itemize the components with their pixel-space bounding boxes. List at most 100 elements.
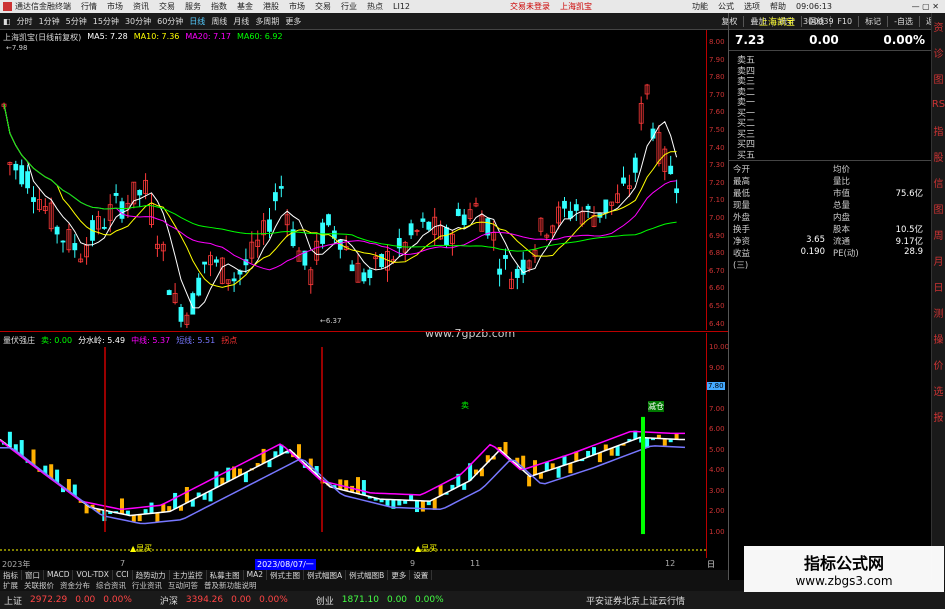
period-multi[interactable]: 多周期 xyxy=(252,16,282,27)
period-month[interactable]: 月线 xyxy=(230,16,252,27)
indicator-tab[interactable]: 主力监控 xyxy=(170,570,207,580)
stock-info: 今开 均价 最高 量比 最低 市值 75.6亿 现量 总量 外盘 内盘 换手 股本 10.5亿 净资 3.65… xyxy=(729,161,931,271)
indicator-tab[interactable]: 趋势动力 xyxy=(133,570,170,580)
menu-help[interactable]: 帮助 xyxy=(770,1,786,12)
period-60m[interactable]: 60分钟 xyxy=(154,16,186,27)
info-cell: 10.5亿 xyxy=(895,225,923,235)
indicator-tab[interactable]: 设置 xyxy=(410,570,433,580)
sidebar-tab[interactable]: 选 xyxy=(932,377,945,403)
sidebar-tab[interactable]: RS xyxy=(932,91,945,117)
index-hs-name[interactable]: 沪深 xyxy=(160,594,178,607)
candle xyxy=(532,244,538,263)
info-cell xyxy=(765,163,825,175)
sidebar-tab[interactable]: 周 xyxy=(932,221,945,247)
menu-item[interactable]: LI12 xyxy=(393,2,410,11)
sidebar-tab[interactable]: 价 xyxy=(932,351,945,377)
info-cell xyxy=(865,175,923,187)
info-cell xyxy=(765,223,825,235)
candle xyxy=(379,253,385,270)
window-controls[interactable]: — ▢ ✕ xyxy=(912,2,939,11)
sidebar-tab[interactable]: 诊 xyxy=(932,39,945,65)
sidebar-tab[interactable]: 指 xyxy=(932,117,945,143)
menu-item[interactable]: 港股 xyxy=(263,1,279,12)
indicator-bar xyxy=(361,480,366,496)
candle xyxy=(149,192,154,228)
index-cy-name[interactable]: 创业 xyxy=(316,594,334,607)
info-tab[interactable]: 资金分布 xyxy=(57,580,93,591)
info-tab[interactable]: 普及新功能说明 xyxy=(201,580,260,591)
candlestick-chart[interactable]: 上海凯宝(日线前复权) MA5: 7.28 MA10: 7.36 MA20: 7… xyxy=(0,30,706,340)
info-tab[interactable]: 关联报价 xyxy=(21,580,57,591)
indicator-chart[interactable]: 量伏强庄 卖: 0.00 分水岭: 5.49 中线: 5.37 短线: 5.51… xyxy=(0,333,706,558)
sidebar-tab[interactable]: 月 xyxy=(932,247,945,273)
menu-item[interactable]: 交易 xyxy=(315,1,331,12)
trade-status[interactable]: 交易未登录 xyxy=(510,1,550,12)
sidebar-tab[interactable]: 图 xyxy=(932,65,945,91)
menu-item[interactable]: 行业 xyxy=(341,1,357,12)
candle xyxy=(160,241,166,262)
period-week[interactable]: 周线 xyxy=(208,16,230,27)
sidebar-tab[interactable]: 测 xyxy=(932,299,945,325)
menu-item[interactable]: 市场 xyxy=(107,1,123,12)
sidebar-tab[interactable]: 资 xyxy=(932,13,945,39)
candle xyxy=(615,184,620,204)
period-15m[interactable]: 15分钟 xyxy=(90,16,122,27)
menu-item[interactable]: 资讯 xyxy=(133,1,149,12)
menu-item[interactable]: 交易 xyxy=(159,1,175,12)
menu-function[interactable]: 功能 xyxy=(692,1,708,12)
info-tab[interactable]: 行业资讯 xyxy=(129,580,165,591)
menu-item[interactable]: 市场 xyxy=(289,1,305,12)
indicator-tab[interactable]: 例式幅图A xyxy=(304,570,347,580)
sidebar-tab[interactable]: 操 xyxy=(932,325,945,351)
annotation-reduce: 减仓 xyxy=(648,401,664,412)
sidebar-tab[interactable]: 日 xyxy=(932,273,945,299)
sidebar-tab[interactable]: 信 xyxy=(932,169,945,195)
info-row: 净资 3.65 流通 9.17亿 xyxy=(729,235,931,247)
info-row: 现量 总量 xyxy=(729,199,931,211)
indicator-tab[interactable]: CCI xyxy=(113,570,133,580)
indicator-tab[interactable]: 窗口 xyxy=(22,570,44,580)
menu-item[interactable]: 行情 xyxy=(81,1,97,12)
candle xyxy=(455,202,461,217)
indicator-tab[interactable]: 私募主图 xyxy=(207,570,244,580)
candle xyxy=(166,289,172,296)
indicator-tab[interactable]: 例式幅图B xyxy=(346,570,389,580)
info-tab[interactable]: 扩展 xyxy=(0,580,21,591)
menu-options[interactable]: 选项 xyxy=(744,1,760,12)
menu-item[interactable]: 基金 xyxy=(237,1,253,12)
pane-separator[interactable] xyxy=(0,331,728,332)
period-day[interactable]: 日线 xyxy=(186,16,208,27)
candle xyxy=(402,240,408,261)
indicator-tick: 7.00 xyxy=(709,404,725,413)
indicator-tab[interactable]: 更多 xyxy=(388,570,411,580)
menu-item[interactable]: 指数 xyxy=(211,1,227,12)
candle xyxy=(603,199,609,219)
period-5m[interactable]: 5分钟 xyxy=(63,16,90,27)
info-tab[interactable]: 互动问答 xyxy=(165,580,201,591)
info-tab[interactable]: 综合资讯 xyxy=(93,580,129,591)
menu-item[interactable]: 服务 xyxy=(185,1,201,12)
period-more[interactable]: 更多 xyxy=(282,16,304,27)
indicator-tab[interactable]: VOL-TDX xyxy=(73,570,113,580)
price-tick: 7.30 xyxy=(709,161,725,170)
index-sh-name[interactable]: 上证 xyxy=(4,594,22,607)
info-cell: 75.6亿 xyxy=(895,189,923,199)
period-1m[interactable]: 1分钟 xyxy=(36,16,63,27)
indicator-tab[interactable]: 例式主图 xyxy=(267,570,305,580)
candle xyxy=(125,194,131,218)
period-30m[interactable]: 30分钟 xyxy=(122,16,154,27)
sidebar-tab[interactable]: 报 xyxy=(932,403,945,429)
candle xyxy=(326,213,331,227)
indicator-tab[interactable]: MA2 xyxy=(244,570,268,580)
menu-formula[interactable]: 公式 xyxy=(718,1,734,12)
indicator-tab[interactable]: MACD xyxy=(44,570,74,580)
price-change: 0.00 xyxy=(809,33,839,47)
menu-item[interactable]: 热点 xyxy=(367,1,383,12)
sidebar-tab[interactable]: 图 xyxy=(932,195,945,221)
sidebar-tab[interactable]: 股 xyxy=(932,143,945,169)
period-intraday[interactable]: 分时 xyxy=(14,16,36,27)
indicator-tick: 3.00 xyxy=(709,486,725,495)
cursor-date: 2023/08/07/一 xyxy=(255,559,316,570)
toolbar-icon[interactable]: ◧ xyxy=(0,17,14,26)
indicator-tab[interactable]: 指标 xyxy=(0,570,22,580)
